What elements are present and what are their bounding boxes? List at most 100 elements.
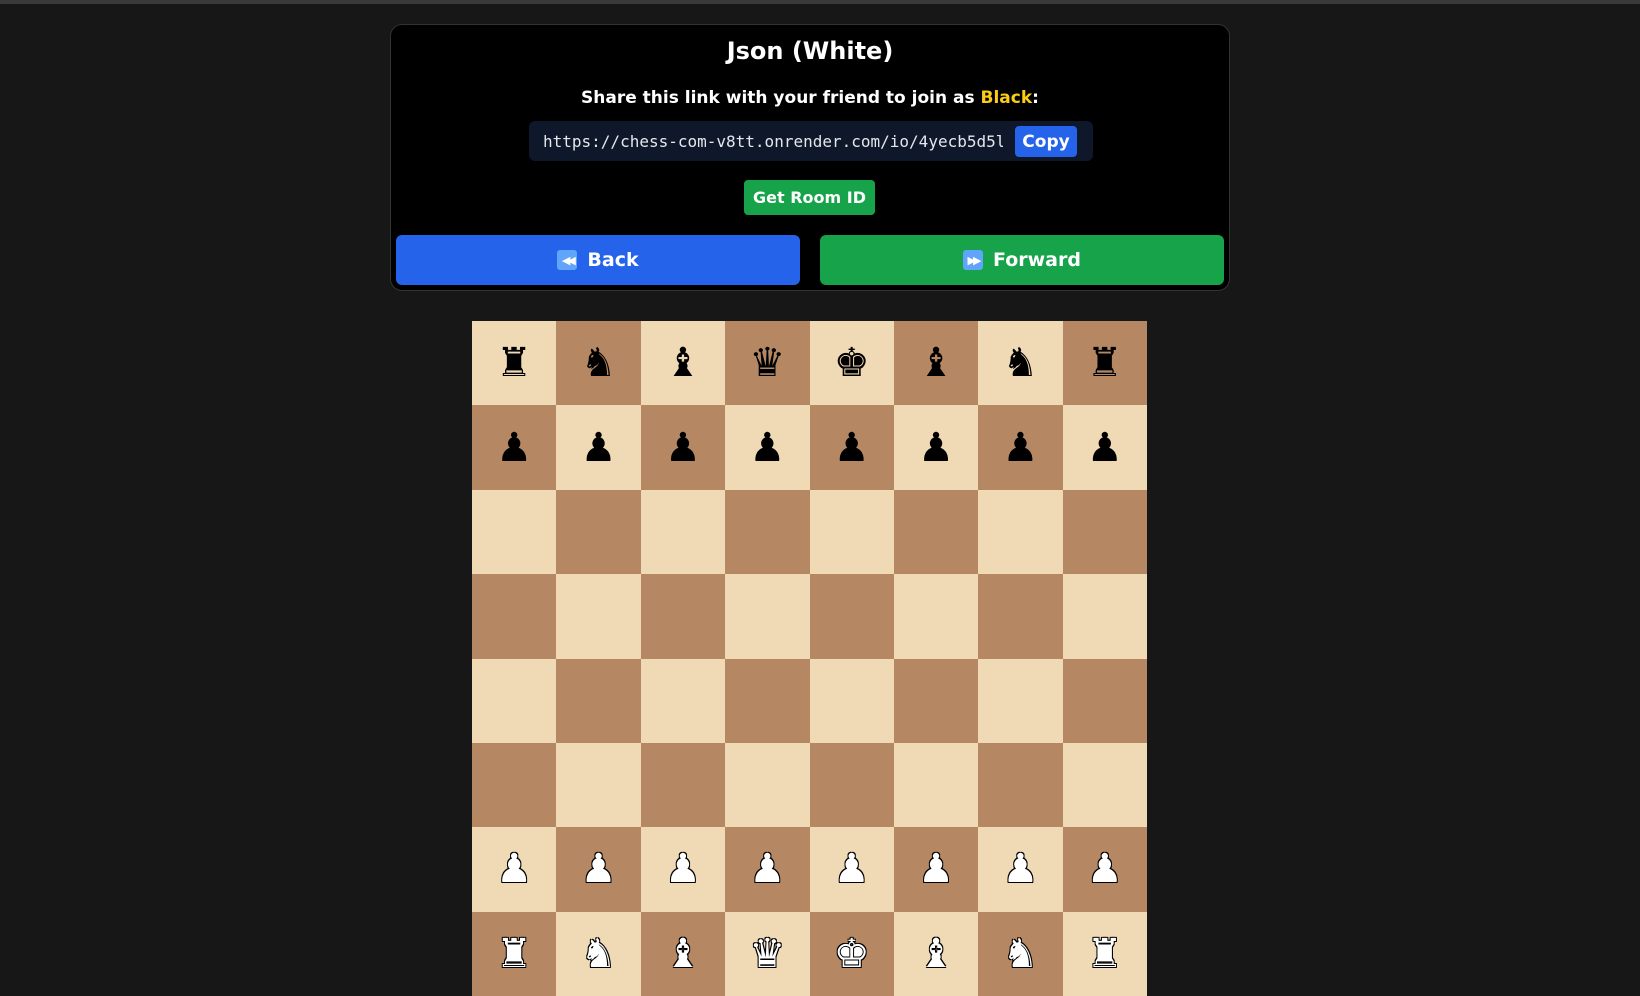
square-c8[interactable]: ♝: [640, 321, 726, 406]
black-king-icon[interactable]: ♚: [834, 343, 870, 383]
white-pawn-icon[interactable]: ♟: [834, 849, 870, 889]
square-a5[interactable]: [472, 574, 557, 659]
black-knight-icon[interactable]: ♞: [1003, 343, 1039, 383]
square-f7[interactable]: ♟: [893, 405, 979, 490]
square-f4[interactable]: [893, 658, 979, 743]
white-queen-icon[interactable]: ♛: [749, 934, 785, 974]
square-g8[interactable]: ♞: [978, 321, 1063, 406]
square-h2[interactable]: ♟: [1062, 827, 1147, 912]
square-e2[interactable]: ♟: [809, 827, 894, 912]
square-a3[interactable]: [472, 742, 557, 828]
square-g2[interactable]: ♟: [978, 827, 1063, 912]
square-g1[interactable]: ♞: [978, 911, 1063, 996]
copy-button[interactable]: Copy: [1015, 126, 1077, 157]
white-pawn-icon[interactable]: ♟: [1087, 849, 1123, 889]
square-a8[interactable]: ♜: [472, 321, 557, 406]
square-c3[interactable]: [640, 742, 726, 828]
white-pawn-icon[interactable]: ♟: [665, 849, 701, 889]
square-f6[interactable]: [893, 489, 979, 575]
white-knight-icon[interactable]: ♞: [581, 934, 617, 974]
white-pawn-icon[interactable]: ♟: [496, 849, 532, 889]
white-pawn-icon[interactable]: ♟: [581, 849, 617, 889]
square-c6[interactable]: [640, 489, 726, 575]
square-a1[interactable]: ♜: [472, 911, 557, 996]
black-pawn-icon[interactable]: ♟: [749, 428, 785, 468]
square-h7[interactable]: ♟: [1062, 405, 1147, 490]
square-b5[interactable]: [556, 574, 641, 659]
square-g6[interactable]: [978, 489, 1063, 575]
square-e4[interactable]: [809, 658, 894, 743]
square-e1[interactable]: ♚: [809, 911, 894, 996]
square-h6[interactable]: [1062, 489, 1147, 575]
square-h3[interactable]: [1062, 742, 1147, 828]
square-b3[interactable]: [556, 742, 641, 828]
square-c7[interactable]: ♟: [640, 405, 726, 490]
square-h1[interactable]: ♜: [1062, 911, 1147, 996]
square-c1[interactable]: ♝: [640, 911, 726, 996]
square-c5[interactable]: [640, 574, 726, 659]
get-room-id-button[interactable]: Get Room ID: [744, 180, 875, 215]
square-b7[interactable]: ♟: [556, 405, 641, 490]
square-f5[interactable]: [893, 574, 979, 659]
black-bishop-icon[interactable]: ♝: [918, 343, 954, 383]
square-e5[interactable]: [809, 574, 894, 659]
white-knight-icon[interactable]: ♞: [1003, 934, 1039, 974]
square-a6[interactable]: [472, 489, 557, 575]
square-d2[interactable]: ♟: [725, 827, 810, 912]
white-king-icon[interactable]: ♚: [834, 934, 870, 974]
black-pawn-icon[interactable]: ♟: [918, 428, 954, 468]
black-pawn-icon[interactable]: ♟: [834, 428, 870, 468]
black-rook-icon[interactable]: ♜: [1087, 343, 1123, 383]
black-rook-icon[interactable]: ♜: [496, 343, 532, 383]
white-bishop-icon[interactable]: ♝: [918, 934, 954, 974]
square-g3[interactable]: [978, 742, 1063, 828]
square-a4[interactable]: [472, 658, 557, 743]
square-d3[interactable]: [725, 742, 810, 828]
white-pawn-icon[interactable]: ♟: [749, 849, 785, 889]
black-pawn-icon[interactable]: ♟: [1003, 428, 1039, 468]
square-d1[interactable]: ♛: [725, 911, 810, 996]
square-d7[interactable]: ♟: [725, 405, 810, 490]
white-pawn-icon[interactable]: ♟: [918, 849, 954, 889]
square-h8[interactable]: ♜: [1062, 321, 1147, 406]
square-c4[interactable]: [640, 658, 726, 743]
white-pawn-icon[interactable]: ♟: [1003, 849, 1039, 889]
square-g5[interactable]: [978, 574, 1063, 659]
black-pawn-icon[interactable]: ♟: [665, 428, 701, 468]
black-knight-icon[interactable]: ♞: [581, 343, 617, 383]
share-link-input[interactable]: [533, 125, 1003, 157]
square-h5[interactable]: [1062, 574, 1147, 659]
black-pawn-icon[interactable]: ♟: [581, 428, 617, 468]
square-e3[interactable]: [809, 742, 894, 828]
square-d6[interactable]: [725, 489, 810, 575]
square-f8[interactable]: ♝: [893, 321, 979, 406]
square-h4[interactable]: [1062, 658, 1147, 743]
square-d4[interactable]: [725, 658, 810, 743]
square-b4[interactable]: [556, 658, 641, 743]
white-rook-icon[interactable]: ♜: [1087, 934, 1123, 974]
black-pawn-icon[interactable]: ♟: [496, 428, 532, 468]
white-bishop-icon[interactable]: ♝: [665, 934, 701, 974]
square-f1[interactable]: ♝: [893, 911, 979, 996]
square-f2[interactable]: ♟: [893, 827, 979, 912]
black-bishop-icon[interactable]: ♝: [665, 343, 701, 383]
square-b1[interactable]: ♞: [556, 911, 641, 996]
square-g7[interactable]: ♟: [978, 405, 1063, 490]
square-d5[interactable]: [725, 574, 810, 659]
square-b8[interactable]: ♞: [556, 321, 641, 406]
square-a7[interactable]: ♟: [472, 405, 557, 490]
square-f3[interactable]: [893, 742, 979, 828]
square-e7[interactable]: ♟: [809, 405, 894, 490]
square-b2[interactable]: ♟: [556, 827, 641, 912]
square-g4[interactable]: [978, 658, 1063, 743]
square-d8[interactable]: ♛: [725, 321, 810, 406]
black-pawn-icon[interactable]: ♟: [1087, 428, 1123, 468]
square-c2[interactable]: ♟: [640, 827, 726, 912]
square-e6[interactable]: [809, 489, 894, 575]
back-button[interactable]: ◀◀ Back: [396, 235, 800, 285]
square-e8[interactable]: ♚: [809, 321, 894, 406]
square-b6[interactable]: [556, 489, 641, 575]
square-a2[interactable]: ♟: [472, 827, 557, 912]
black-queen-icon[interactable]: ♛: [749, 343, 785, 383]
white-rook-icon[interactable]: ♜: [496, 934, 532, 974]
